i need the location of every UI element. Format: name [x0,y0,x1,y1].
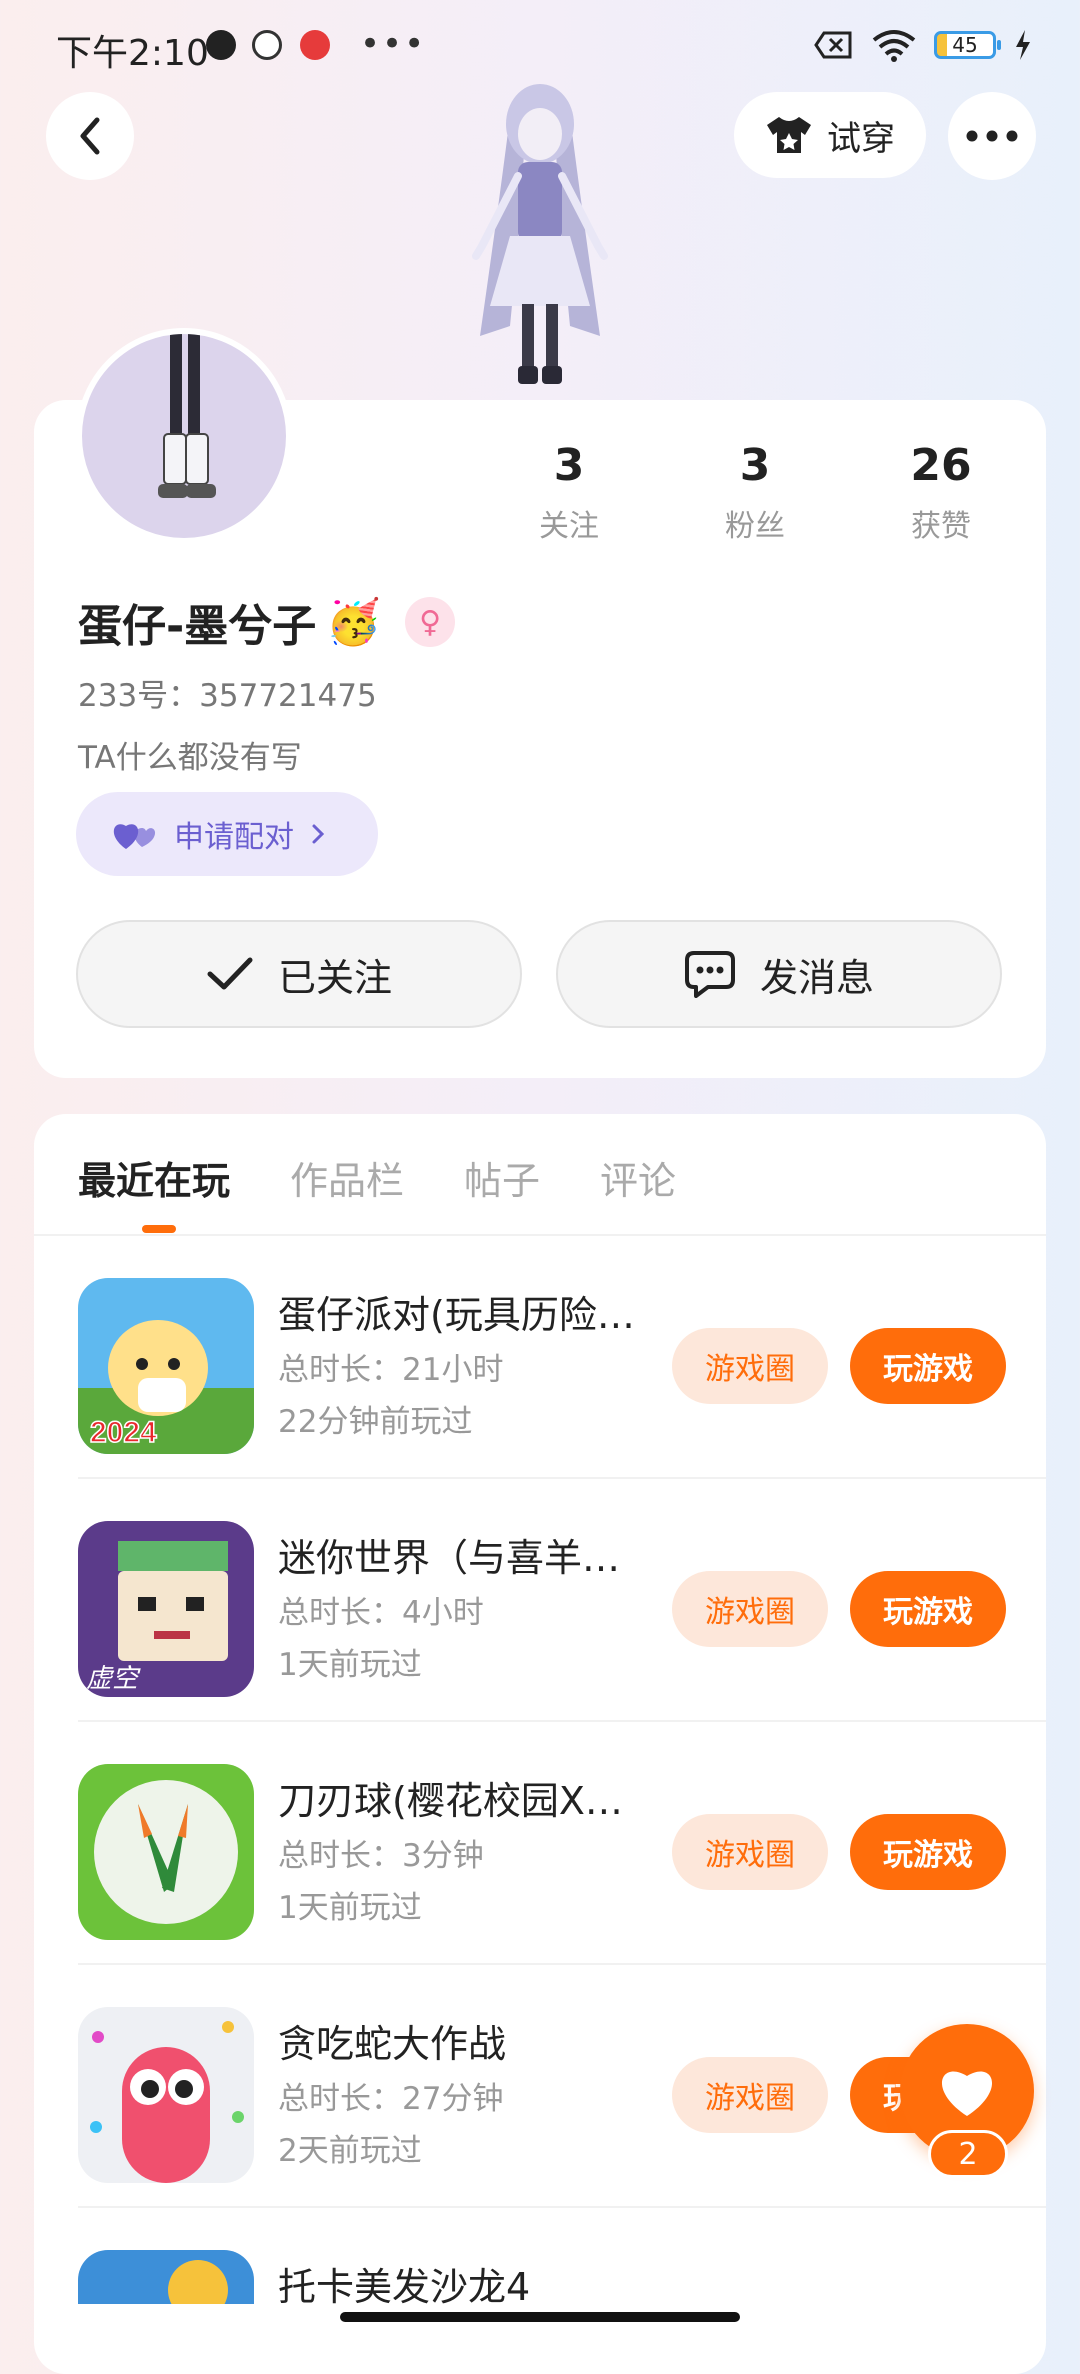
home-indicator[interactable] [340,2312,740,2322]
send-message-button[interactable]: 发消息 [556,920,1002,1028]
play-game-button[interactable]: 玩游戏 [850,1571,1006,1647]
followers-label: 粉丝 [725,509,785,544]
game-title: 迷你世界（与喜羊… [278,1536,621,1580]
female-icon: ♀ [405,597,456,647]
game-title: 刀刃球(樱花校园X… [278,1779,623,1823]
chevron-right-icon [312,824,325,844]
more-dots-icon [966,130,1018,142]
active-tab-indicator [142,1225,176,1233]
play-game-button[interactable]: 玩游戏 [850,1328,1006,1404]
stat-followers[interactable]: 3 粉丝 [680,440,830,545]
game-circle-button[interactable]: 游戏圈 [672,1814,828,1890]
followed-label: 已关注 [277,955,392,1000]
game-icon-toca-hair-salon [78,2250,254,2304]
game-icon-eggy-party-badge: 2024 [90,1416,157,1449]
game-icon-snake [78,2007,254,2183]
back-button[interactable] [46,92,134,180]
nickname: 蛋仔-墨兮子 [78,601,317,652]
profile-tabs: 最近在玩 作品栏 帖子 评论 [78,1150,676,1205]
avatar-legs-image [158,334,216,498]
list-item[interactable]: 虚空 迷你世界（与喜羊… 总时长：4小时 1天前玩过 游戏圈 玩游戏 [34,1479,1046,1722]
game-circle-button[interactable]: 游戏圈 [672,1571,828,1647]
game-title: 托卡美发沙龙4 [278,2265,531,2304]
game-icon-mini-world: 虚空 [78,1521,254,1697]
game-notification-icon [300,30,330,60]
following-count: 3 [553,440,585,491]
list-item[interactable]: 贪吃蛇大作战 总时长：27分钟 2天前玩过 游戏圈 玩游戏 [34,1965,1046,2208]
game-circle-button[interactable]: 游戏圈 [672,1328,828,1404]
game-icon-eggy-party: 2024 [78,1278,254,1454]
chevron-left-icon [80,117,100,155]
pair-hearts-icon [113,824,156,849]
game-last-played: 1天前玩过 [278,1890,422,1926]
sim-off-icon [814,31,852,59]
game-duration: 总时长：3分钟 [278,1838,484,1874]
tab-recently-played[interactable]: 最近在玩 [78,1150,230,1205]
game-icon-blade-ball [78,1764,254,1940]
shield-notification-icon [252,30,282,60]
likes-count: 26 [910,440,972,491]
tab-comments[interactable]: 评论 [600,1150,676,1205]
apply-pair-button[interactable]: 申请配对 [76,792,378,876]
game-title: 蛋仔派对(玩具历险… [278,1293,635,1337]
chat-bubble-icon [684,951,735,998]
heart-icon [941,2071,993,2116]
game-circle-button[interactable]: 游戏圈 [672,2057,828,2133]
game-duration: 总时长：21小时 [278,1352,504,1388]
stat-following[interactable]: 3 关注 [494,440,644,545]
app-notification-icon [206,30,236,60]
like-count-badge: 2 [928,2130,1008,2178]
game-last-played: 22分钟前玩过 [278,1404,473,1440]
user-id: 233号：357721475 [78,678,377,714]
battery-icon: 45 [934,31,1001,59]
list-item[interactable]: 2024 蛋仔派对(玩具历险… 总时长：21小时 22分钟前玩过 游戏圈 玩游戏 [34,1236,1046,1479]
game-icon-mini-world-badge: 虚空 [86,1664,141,1693]
user-bio: TA什么都没有写 [78,740,302,776]
try-on-label: 试穿 [827,118,895,159]
list-item[interactable]: 托卡美发沙龙4 [34,2208,1046,2304]
game-title: 贪吃蛇大作战 [278,2022,507,2066]
likes-label: 获赞 [911,509,971,544]
list-item[interactable]: 刀刃球(樱花校园X… 总时长：3分钟 1天前玩过 游戏圈 玩游戏 [34,1722,1046,1965]
stat-likes[interactable]: 26 获赞 [866,440,1016,545]
play-game-button[interactable]: 玩游戏 [850,1814,1006,1890]
checkmark-icon [207,957,253,990]
send-message-label: 发消息 [759,955,874,1000]
game-last-played: 1天前玩过 [278,1647,422,1683]
tab-works[interactable]: 作品栏 [290,1150,404,1205]
party-face-emoji: 🥳 [326,597,382,648]
character-avatar-figure[interactable] [440,76,640,400]
game-duration: 总时长：4小时 [278,1595,484,1631]
followed-button[interactable]: 已关注 [76,920,522,1028]
apply-pair-label: 申请配对 [174,820,294,855]
avatar[interactable] [76,328,292,544]
following-label: 关注 [539,509,599,544]
wifi-icon [872,30,916,62]
charging-icon [1016,30,1030,60]
status-time: 下午2:10 [56,33,209,74]
try-on-button[interactable]: 试穿 [734,92,926,178]
tab-posts[interactable]: 帖子 [464,1150,540,1205]
nickname-row: 蛋仔-墨兮子 🥳 ♀ [78,590,456,654]
outfit-icon [767,117,811,153]
game-duration: 总时长：27分钟 [278,2081,504,2117]
followers-count: 3 [739,440,771,491]
more-notifications-icon: ••• [360,24,427,64]
game-last-played: 2天前玩过 [278,2133,422,2169]
more-options-button[interactable] [948,92,1036,180]
